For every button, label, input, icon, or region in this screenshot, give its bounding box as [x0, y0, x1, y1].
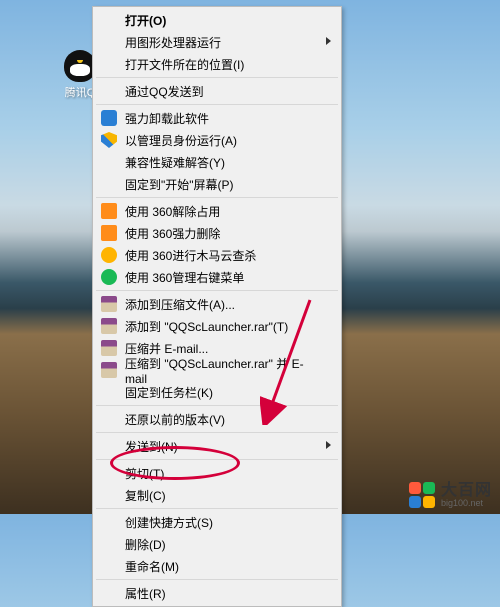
watermark: 大百网 big100.net	[409, 482, 492, 508]
menu-pin-taskbar[interactable]: 固定到任务栏(K)	[95, 381, 339, 403]
label: 删除(D)	[125, 536, 166, 553]
label: 创建快捷方式(S)	[125, 514, 213, 531]
label: 使用 360进行木马云查杀	[125, 247, 256, 264]
context-menu: 打开(O) 用图形处理器运行 打开文件所在的位置(I) 通过QQ发送到 强力卸载…	[92, 6, 342, 607]
menu-pin-start[interactable]: 固定到"开始"屏幕(P)	[95, 173, 339, 195]
separator	[96, 405, 338, 406]
menu-run-as-admin[interactable]: 以管理员身份运行(A)	[95, 129, 339, 151]
menu-properties[interactable]: 属性(R)	[95, 582, 339, 604]
label: 发送到(N)	[125, 438, 178, 455]
label: 复制(C)	[125, 487, 166, 504]
menu-360-unlock[interactable]: 使用 360解除占用	[95, 200, 339, 222]
360-icon	[101, 203, 117, 219]
menu-cut[interactable]: 剪切(T)	[95, 462, 339, 484]
menu-uninstall[interactable]: 强力卸载此软件	[95, 107, 339, 129]
label: 固定到"开始"屏幕(P)	[125, 176, 234, 193]
menu-send-to[interactable]: 发送到(N)	[95, 435, 339, 457]
label: 通过QQ发送到	[125, 83, 204, 100]
shield-icon	[101, 132, 117, 148]
separator	[96, 104, 338, 105]
watermark-logo-icon	[409, 482, 435, 508]
label: 使用 360管理右键菜单	[125, 269, 244, 286]
label: 使用 360解除占用	[125, 203, 220, 220]
label: 以管理员身份运行(A)	[125, 132, 237, 149]
chevron-right-icon	[326, 441, 331, 449]
winrar-icon	[101, 362, 117, 378]
menu-360-menu[interactable]: 使用 360管理右键菜单	[95, 266, 339, 288]
chevron-right-icon	[326, 37, 331, 45]
label: 用图形处理器运行	[125, 34, 221, 51]
label: 重命名(M)	[125, 558, 179, 575]
label: 使用 360强力删除	[125, 225, 220, 242]
menu-rename[interactable]: 重命名(M)	[95, 555, 339, 577]
separator	[96, 197, 338, 198]
label: 添加到压缩文件(A)...	[125, 296, 235, 313]
menu-copy[interactable]: 复制(C)	[95, 484, 339, 506]
label: 打开文件所在的位置(I)	[125, 56, 244, 73]
menu-add-to-rar[interactable]: 添加到 "QQScLauncher.rar"(T)	[95, 315, 339, 337]
watermark-url: big100.net	[441, 499, 492, 508]
menu-360-cloud[interactable]: 使用 360进行木马云查杀	[95, 244, 339, 266]
winrar-icon	[101, 318, 117, 334]
uninstall-icon	[101, 110, 117, 126]
separator	[96, 290, 338, 291]
separator	[96, 459, 338, 460]
360-icon	[101, 225, 117, 241]
360-manage-icon	[101, 269, 117, 285]
label: 强力卸载此软件	[125, 110, 209, 127]
menu-delete[interactable]: 删除(D)	[95, 533, 339, 555]
menu-open[interactable]: 打开(O)	[95, 9, 339, 31]
menu-restore-prev[interactable]: 还原以前的版本(V)	[95, 408, 339, 430]
menu-gpu-run[interactable]: 用图形处理器运行	[95, 31, 339, 53]
label: 固定到任务栏(K)	[125, 384, 213, 401]
label: 剪切(T)	[125, 465, 164, 482]
separator	[96, 508, 338, 509]
menu-add-archive[interactable]: 添加到压缩文件(A)...	[95, 293, 339, 315]
winrar-icon	[101, 340, 117, 356]
label: 属性(R)	[125, 585, 166, 602]
watermark-title: 大百网	[441, 483, 492, 499]
separator	[96, 77, 338, 78]
menu-360-force-delete[interactable]: 使用 360强力删除	[95, 222, 339, 244]
label: 还原以前的版本(V)	[125, 411, 225, 428]
label: 添加到 "QQScLauncher.rar"(T)	[125, 318, 288, 335]
menu-create-shortcut[interactable]: 创建快捷方式(S)	[95, 511, 339, 533]
label: 兼容性疑难解答(Y)	[125, 154, 225, 171]
menu-email-rar[interactable]: 压缩到 "QQScLauncher.rar" 并 E-mail	[95, 359, 339, 381]
menu-compat[interactable]: 兼容性疑难解答(Y)	[95, 151, 339, 173]
360-cloud-icon	[101, 247, 117, 263]
menu-qq-send[interactable]: 通过QQ发送到	[95, 80, 339, 102]
separator	[96, 432, 338, 433]
separator	[96, 579, 338, 580]
label: 打开(O)	[125, 12, 166, 29]
menu-open-location[interactable]: 打开文件所在的位置(I)	[95, 53, 339, 75]
winrar-icon	[101, 296, 117, 312]
